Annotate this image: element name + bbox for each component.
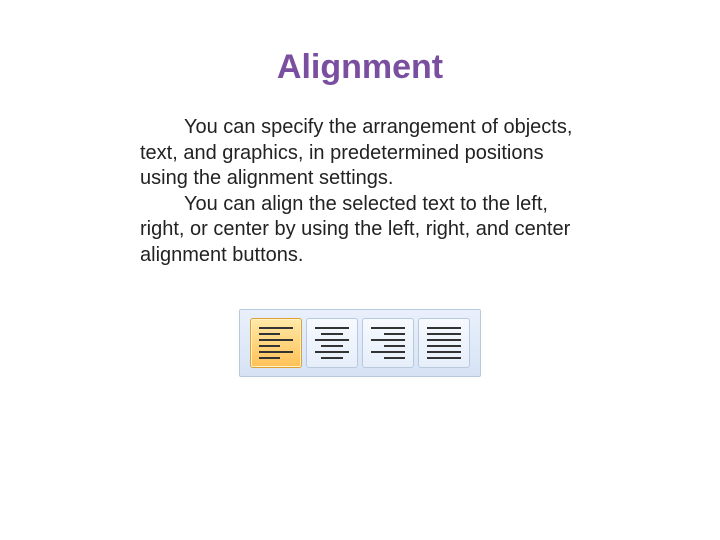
page-title: Alignment [277, 48, 443, 87]
align-left-button[interactable] [250, 318, 302, 368]
align-right-icon [371, 327, 405, 359]
align-justify-icon [427, 327, 461, 359]
align-justify-button[interactable] [418, 318, 470, 368]
paragraph-2: You can align the selected text to the l… [140, 192, 580, 269]
align-center-icon [315, 327, 349, 359]
alignment-toolbar-wrap [239, 309, 481, 377]
align-right-button[interactable] [362, 318, 414, 368]
align-center-button[interactable] [306, 318, 358, 368]
paragraph-1: You can specify the arrangement of objec… [140, 115, 580, 192]
alignment-toolbar [239, 309, 481, 377]
align-left-icon [259, 327, 293, 359]
body-text: You can specify the arrangement of objec… [140, 115, 580, 269]
